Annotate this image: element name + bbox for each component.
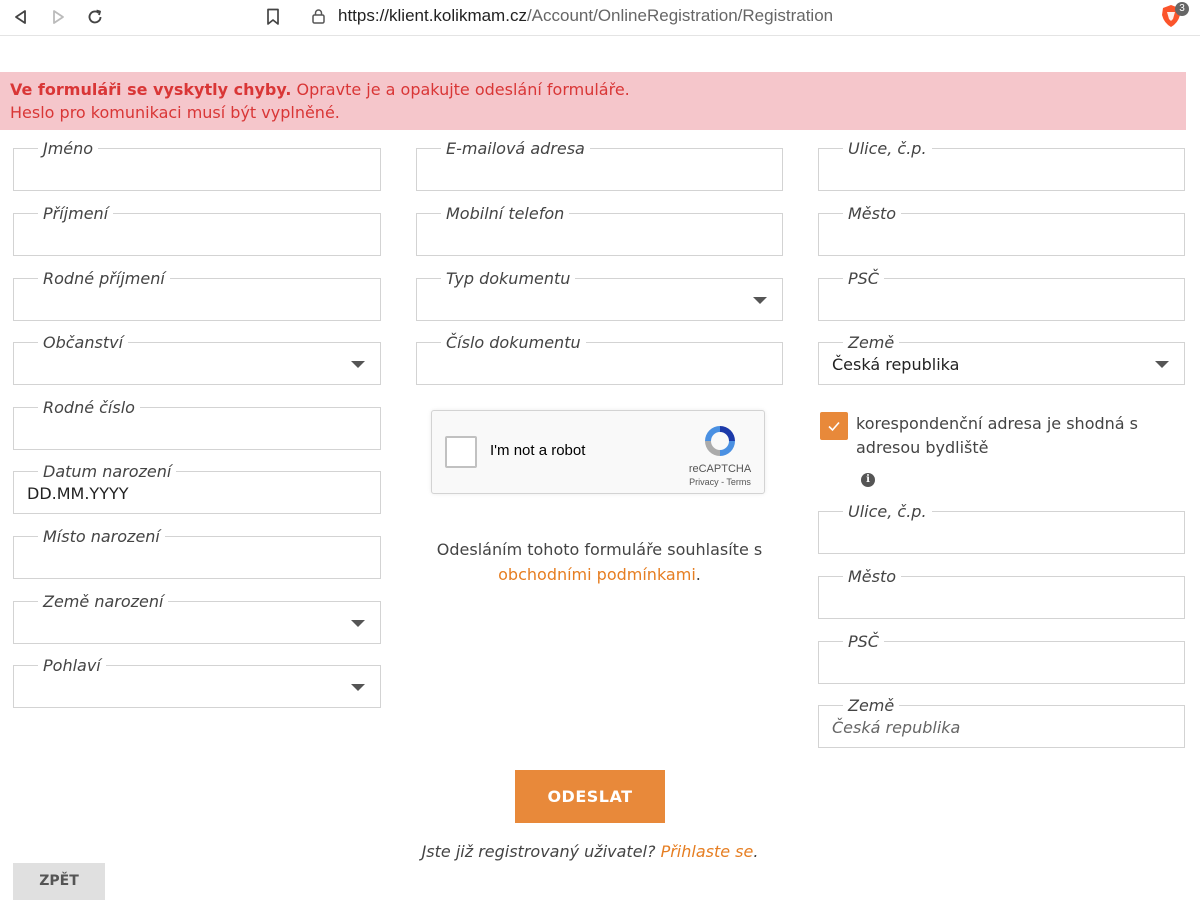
terms-consent-text: Odesláním tohoto formuláře souhlasíte s … (416, 537, 783, 587)
address-bar[interactable]: https://klient.kolikmam.cz/Account/Onlin… (300, 2, 1140, 30)
correspondence-country-label: Země (843, 696, 900, 716)
correspondence-country-placeholder: Česká republika (832, 718, 961, 737)
error-banner: Ve formuláři se vyskytly chyby. Opravte … (0, 72, 1186, 130)
phone-label: Mobilní telefon (441, 204, 570, 224)
chevron-down-icon (351, 620, 365, 627)
checkmark-icon (828, 421, 840, 432)
consent-end: . (695, 565, 701, 584)
email-input[interactable]: E-mailová adresa (416, 139, 783, 191)
chevron-down-icon (351, 684, 365, 691)
birth-country-select[interactable]: Země narození (13, 592, 381, 644)
url-path: /Account/OnlineRegistration/Registration (526, 6, 834, 25)
same-address-label: korespondenční adresa je shodná s adreso… (856, 414, 1139, 457)
surname-label: Příjmení (38, 204, 114, 224)
forward-nav-icon[interactable] (47, 6, 69, 28)
login-prompt: Jste již registrovaný uživatel? Přihlast… (380, 842, 800, 861)
info-icon[interactable]: i (861, 473, 875, 487)
correspondence-street-input[interactable]: Ulice, č.p. (818, 502, 1185, 554)
citizenship-label: Občanství (38, 333, 129, 353)
login-question: Jste již registrovaný uživatel? (421, 842, 661, 861)
correspondence-city-input[interactable]: Město (818, 567, 1185, 619)
first-name-label: Jméno (38, 139, 99, 159)
city-input[interactable]: Město (818, 204, 1185, 256)
street-input[interactable]: Ulice, č.p. (818, 139, 1185, 191)
birth-place-input[interactable]: Místo narození (13, 527, 381, 579)
document-type-label: Typ dokumentu (441, 269, 576, 289)
birth-date-label: Datum narození (38, 462, 177, 482)
recaptcha-logo-icon (702, 423, 738, 459)
surname-input[interactable]: Příjmení (13, 204, 381, 256)
birth-date-input[interactable]: Datum narození DD.MM.YYYY (13, 462, 381, 514)
phone-input[interactable]: Mobilní telefon (416, 204, 783, 256)
correspondence-zip-label: PSČ (843, 632, 884, 652)
browser-toolbar: https://klient.kolikmam.cz/Account/Onlin… (0, 0, 1200, 36)
back-nav-icon[interactable] (10, 6, 32, 28)
error-detail: Heslo pro komunikaci musí být vyplněné. (10, 103, 340, 122)
birth-surname-input[interactable]: Rodné příjmení (13, 269, 381, 321)
recaptcha-label: I'm not a robot (490, 442, 586, 459)
country-value: Česká republika (832, 355, 960, 374)
error-summary: Ve formuláři se vyskytly chyby. Opravte … (10, 78, 1176, 101)
error-title: Ve formuláři se vyskytly chyby. (10, 80, 292, 99)
correspondence-street-label: Ulice, č.p. (843, 502, 932, 522)
birth-surname-label: Rodné příjmení (38, 269, 170, 289)
shield-count-badge: 3 (1175, 2, 1189, 16)
reload-icon[interactable] (84, 6, 106, 28)
back-button[interactable]: ZPĚT (13, 863, 105, 900)
document-number-input[interactable]: Číslo dokumentu (416, 333, 783, 385)
consent-text: Odesláním tohoto formuláře souhlasíte s (436, 540, 763, 559)
chevron-down-icon (351, 361, 365, 368)
terms-link[interactable]: obchodními podmínkami (498, 565, 696, 584)
document-type-select[interactable]: Typ dokumentu (416, 269, 783, 321)
birth-date-value: DD.MM.YYYY (27, 484, 129, 503)
street-label: Ulice, č.p. (843, 139, 932, 159)
gender-select[interactable]: Pohlaví (13, 656, 381, 708)
correspondence-city-label: Město (843, 567, 902, 587)
recaptcha-checkbox[interactable] (445, 436, 477, 468)
login-end: . (753, 842, 759, 861)
correspondence-zip-input[interactable]: PSČ (818, 632, 1185, 684)
city-label: Město (843, 204, 902, 224)
error-message: Opravte je a opakujte odeslání formuláře… (291, 80, 630, 99)
recaptcha-links[interactable]: Privacy - Terms (677, 477, 763, 487)
citizenship-select[interactable]: Občanství (13, 333, 381, 385)
zip-input[interactable]: PSČ (818, 269, 1185, 321)
country-select[interactable]: Země Česká republika (818, 333, 1185, 385)
email-label: E-mailová adresa (441, 139, 590, 159)
recaptcha-widget: I'm not a robot reCAPTCHA Privacy - Term… (431, 410, 765, 494)
birth-place-label: Místo narození (38, 527, 165, 547)
submit-button[interactable]: ODESLAT (515, 770, 665, 823)
zip-label: PSČ (843, 269, 884, 289)
lock-icon (312, 8, 334, 24)
birth-country-label: Země narození (38, 592, 169, 612)
birth-number-input[interactable]: Rodné číslo (13, 398, 381, 450)
recaptcha-brand: reCAPTCHA (688, 463, 752, 475)
chevron-down-icon (753, 297, 767, 304)
url-host: https://klient.kolikmam.cz (338, 6, 527, 25)
document-number-label: Číslo dokumentu (441, 333, 586, 353)
bookmark-icon[interactable] (262, 6, 284, 28)
chevron-down-icon (1155, 361, 1169, 368)
gender-label: Pohlaví (38, 656, 106, 676)
login-link[interactable]: Přihlaste se (661, 842, 754, 861)
country-label: Země (843, 333, 900, 353)
correspondence-country-input[interactable]: Země Česká republika (818, 696, 1185, 748)
same-address-checkbox[interactable] (820, 412, 848, 440)
birth-number-label: Rodné číslo (38, 398, 140, 418)
first-name-input[interactable]: Jméno (13, 139, 381, 191)
